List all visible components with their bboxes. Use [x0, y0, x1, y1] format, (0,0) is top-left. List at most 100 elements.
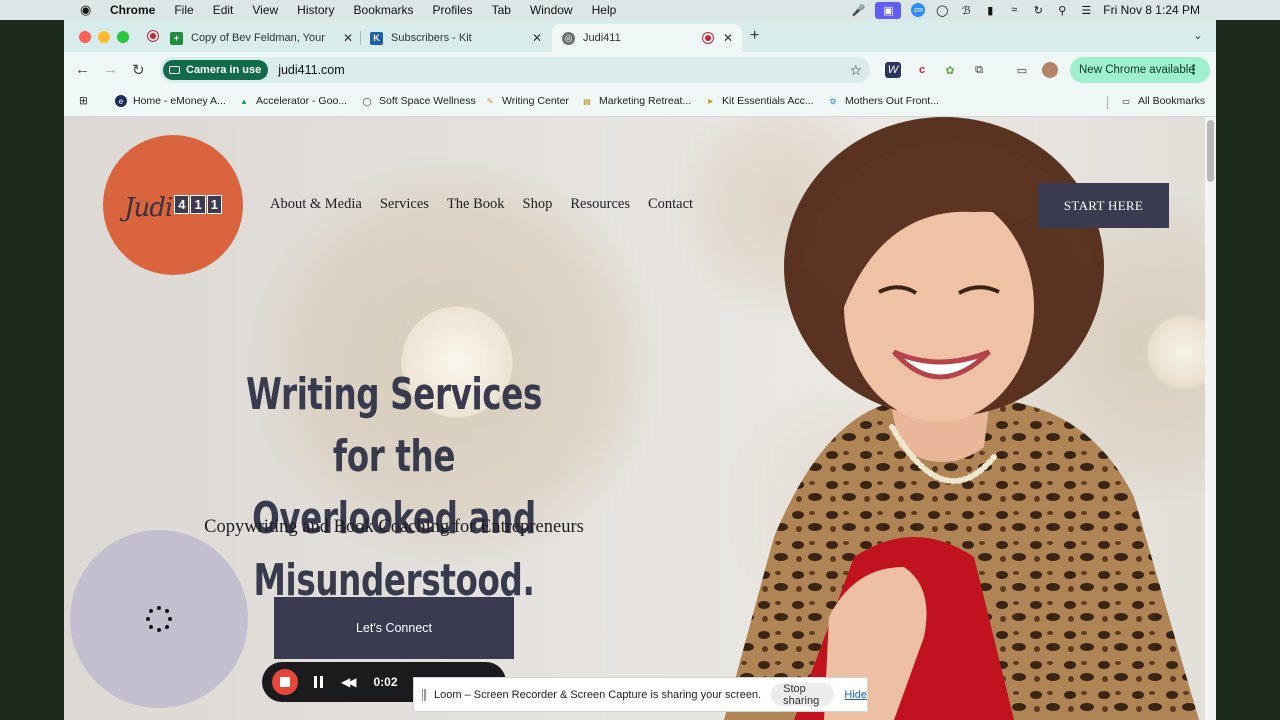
apps-grid-icon[interactable]: ⊞: [79, 95, 88, 107]
menu-history[interactable]: History: [297, 3, 334, 17]
lets-connect-button[interactable]: Let's Connect: [274, 597, 514, 659]
all-bookmarks-button[interactable]: ▭ All Bookmarks: [1120, 95, 1205, 107]
bookmark-writing-center[interactable]: ✎ Writing Center: [484, 95, 569, 107]
focus-icon[interactable]: ◯: [935, 3, 949, 17]
bookmark-label: Writing Center: [502, 95, 569, 107]
stop-sharing-button[interactable]: Stop sharing: [771, 683, 835, 707]
google-drive-icon: ▲: [240, 96, 248, 106]
menu-bar-clock[interactable]: Fri Nov 8 1:24 PM: [1103, 3, 1200, 17]
camera-chip-label: Camera in use: [186, 64, 262, 76]
rewind-icon[interactable]: ◀◀: [341, 675, 357, 689]
hero-headline: Writing Services for the Overlooked and …: [216, 364, 571, 612]
nav-services[interactable]: Services: [380, 196, 429, 213]
recording-indicator-icon: [147, 30, 159, 42]
new-chrome-available-button[interactable]: New Chrome available ⋮: [1070, 57, 1210, 83]
nav-resources[interactable]: Resources: [570, 196, 630, 213]
kit-icon: K: [370, 31, 383, 45]
hero-subheadline: Copywriting and Book Coaching for Entrep…: [204, 517, 584, 537]
cast-icon[interactable]: ▭: [1014, 62, 1030, 78]
tab-search-chevron-icon[interactable]: ⌄: [1190, 29, 1206, 45]
writer-extension-icon[interactable]: W: [885, 62, 901, 78]
menu-chrome[interactable]: Chrome: [110, 3, 155, 17]
minimize-window-button[interactable]: [98, 31, 110, 43]
zoom-icon[interactable]: zm: [911, 3, 926, 17]
menu-profiles[interactable]: Profiles: [433, 3, 473, 17]
menu-help[interactable]: Help: [592, 3, 617, 17]
menu-file[interactable]: File: [174, 3, 193, 17]
url-text[interactable]: judi411.com: [278, 63, 344, 77]
menu-bar-status-area: 🎤 ▣ zm ◯ ℬ ▮ ≈ ↻ ⚲ ☰ Fri Nov 8 1:24 PM: [851, 0, 1280, 20]
menu-window[interactable]: Window: [530, 3, 573, 17]
bookmark-label: Accelerator - Goo...: [256, 95, 348, 107]
all-bookmarks-label: All Bookmarks: [1138, 95, 1206, 107]
menu-view[interactable]: View: [252, 3, 278, 17]
bookmark-marketing-retreat[interactable]: ▤ Marketing Retreat...: [581, 95, 691, 107]
nav-shop[interactable]: Shop: [523, 196, 553, 213]
apple-icon[interactable]: ◉: [80, 2, 96, 18]
loom-camera-bubble[interactable]: [70, 530, 248, 708]
close-tab-icon[interactable]: ✕: [343, 31, 353, 45]
close-window-button[interactable]: [79, 31, 91, 43]
tab-title: Judi411: [583, 32, 621, 44]
tab-judi411[interactable]: ◎ Judi411 ✕: [552, 24, 742, 52]
bookmarks-bar: ⊞ e Home - eMoney A... ▲ Accelerator - G…: [64, 88, 1216, 117]
notepad-icon: ▤: [583, 96, 591, 106]
nav-contact[interactable]: Contact: [648, 196, 693, 213]
page-scrollbar[interactable]: [1205, 117, 1216, 720]
tab-subscribers-kit[interactable]: K Subscribers - Kit ✕: [370, 24, 550, 52]
logo-digit: 4: [174, 194, 190, 214]
bookmark-kit-essentials[interactable]: ➤ Kit Essentials Acc...: [704, 95, 814, 107]
logo-number-boxes: 4 1 1: [174, 194, 222, 214]
reload-icon[interactable]: ↻: [132, 61, 145, 79]
menu-edit[interactable]: Edit: [213, 3, 234, 17]
time-machine-icon[interactable]: ↻: [1031, 3, 1045, 17]
close-tab-icon[interactable]: ✕: [723, 31, 733, 45]
bookmark-soft-space[interactable]: ◯ Soft Space Wellness: [361, 95, 476, 107]
judi411-logo[interactable]: Judi 4 1 1: [103, 135, 243, 275]
sheets-icon: +: [170, 31, 183, 45]
menu-tab[interactable]: Tab: [492, 3, 511, 17]
nav-the-book[interactable]: The Book: [447, 196, 505, 213]
circle-icon: ◯: [362, 96, 372, 106]
camera-in-use-chip[interactable]: Camera in use: [163, 60, 269, 80]
wifi-icon[interactable]: ≈: [1007, 3, 1021, 17]
microphone-icon[interactable]: 🎤: [851, 3, 865, 17]
back-arrow-icon[interactable]: ←: [75, 61, 90, 78]
menu-bookmarks[interactable]: Bookmarks: [354, 3, 414, 17]
stop-recording-button[interactable]: [272, 669, 298, 695]
recording-timer: 0:02: [373, 675, 398, 689]
scrollbar-thumb[interactable]: [1207, 120, 1214, 182]
profile-avatar[interactable]: [1042, 62, 1058, 78]
color-extension-icon[interactable]: ✿: [942, 62, 958, 78]
loom-icon[interactable]: ▣: [875, 1, 902, 19]
nav-about-media[interactable]: About & Media: [270, 196, 362, 213]
logo-script-text: Judi: [124, 193, 173, 223]
bookmark-label: Marketing Retreat...: [599, 95, 692, 107]
tab-separator: [360, 31, 361, 45]
bookmark-accelerator[interactable]: ▲ Accelerator - Goo...: [238, 95, 347, 107]
bookmarks-separator: [1107, 96, 1108, 109]
close-tab-icon[interactable]: ✕: [532, 31, 542, 45]
extensions-puzzle-icon[interactable]: ⧉: [971, 62, 987, 78]
bookmark-star-icon[interactable]: ☆: [849, 62, 862, 79]
logo-digit: 1: [206, 194, 222, 214]
hide-link[interactable]: Hide: [844, 689, 867, 701]
loop-extension-icon[interactable]: c: [914, 62, 930, 78]
bookmark-label: Mothers Out Front...: [845, 95, 939, 107]
start-here-button[interactable]: START HERE: [1038, 183, 1169, 228]
bookmark-mothers-out-front[interactable]: ⚙ Mothers Out Front...: [827, 95, 939, 107]
bookmark-emoney[interactable]: e Home - eMoney A...: [115, 95, 226, 107]
battery-icon[interactable]: ▮: [983, 3, 997, 17]
spotlight-search-icon[interactable]: ⚲: [1055, 3, 1069, 17]
bluetooth-icon[interactable]: ℬ: [959, 3, 973, 17]
pause-icon[interactable]: [314, 676, 324, 688]
new-tab-button[interactable]: +: [750, 27, 759, 45]
maximize-window-button[interactable]: [117, 31, 129, 43]
forward-arrow-icon[interactable]: →: [103, 61, 118, 78]
drag-handle-icon[interactable]: [422, 688, 427, 701]
address-bar[interactable]: Camera in use judi411.com ☆: [160, 57, 870, 83]
chrome-menu-icon[interactable]: ⋮: [1187, 62, 1200, 78]
tab-bev-feldman[interactable]: + Copy of Bev Feldman, Your Pu ✕: [170, 24, 356, 52]
control-center-icon[interactable]: ☰: [1079, 3, 1093, 17]
bookmark-label: Home - eMoney A...: [133, 95, 226, 107]
